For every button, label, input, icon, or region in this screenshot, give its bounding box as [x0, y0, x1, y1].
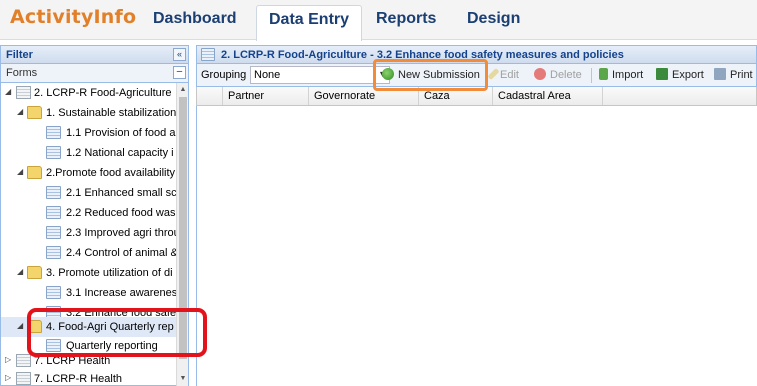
printer-icon — [714, 68, 726, 80]
expand-arrow-icon[interactable]: ◢ — [17, 268, 25, 276]
grouping-select[interactable]: None ▼ — [250, 66, 390, 84]
grouping-label: Grouping — [201, 69, 247, 81]
form-icon — [46, 286, 61, 299]
tree-node-form[interactable]: 2.4 Control of animal & — [1, 243, 177, 263]
scroll-down-icon[interactable]: ▼ — [179, 375, 187, 382]
tab-reports[interactable]: Reports — [376, 10, 436, 28]
collapse-forms-button[interactable]: − — [173, 66, 186, 79]
form-icon — [46, 226, 61, 239]
tab-design[interactable]: Design — [467, 10, 520, 28]
scroll-up-icon[interactable]: ▲ — [179, 86, 187, 93]
tree-node-label: 2.Promote food availability — [46, 167, 176, 179]
tree-node-folder[interactable]: ◢ 1. Sustainable stabilization — [1, 103, 177, 123]
tree-node-form[interactable]: 2.2 Reduced food was — [1, 203, 177, 223]
app-logo[interactable]: ActivityInfo — [10, 6, 136, 28]
new-submission-highlight — [373, 59, 488, 91]
folder-icon — [27, 106, 42, 119]
import-icon — [599, 68, 608, 80]
delete-icon — [534, 68, 546, 80]
grid-body — [196, 106, 757, 386]
folder-icon — [27, 166, 42, 179]
database-icon — [16, 354, 31, 367]
filter-panel-header: Filter « — [0, 45, 189, 64]
delete-label: Delete — [550, 69, 582, 81]
filter-panel-title: Filter — [6, 49, 33, 61]
forms-header: Forms − — [0, 64, 189, 83]
database-icon — [16, 86, 31, 99]
import-label: Import — [612, 69, 644, 81]
tree-node-form[interactable]: 2.1 Enhanced small sc — [1, 183, 177, 203]
folder-icon — [27, 266, 42, 279]
form-icon — [46, 246, 61, 259]
collapse-panel-button[interactable]: « — [173, 48, 186, 61]
expand-arrow-icon[interactable]: ▷ — [5, 356, 13, 364]
tree-node-label: 2.2 Reduced food was — [66, 207, 176, 219]
tree-node-label: 3. Promote utilization of di — [46, 267, 173, 279]
tree-node-folder[interactable]: ◢ 3. Promote utilization of di — [1, 263, 177, 283]
expand-arrow-icon[interactable]: ◢ — [5, 88, 13, 96]
tree-node-label: 3.1 Increase awarenes — [66, 287, 177, 299]
tree-node-form[interactable]: 1.2 National capacity i — [1, 143, 177, 163]
column-header-cadastral-area[interactable]: Cadastral Area — [493, 87, 603, 105]
tree-node-form[interactable]: 2.3 Improved agri throu — [1, 223, 177, 243]
form-icon — [46, 206, 61, 219]
tree-node-folder[interactable]: ◢ 2.Promote food availability — [1, 163, 177, 183]
print-label: Print — [730, 69, 753, 81]
database-icon — [16, 372, 31, 385]
tree-node-label: 1. Sustainable stabilization — [46, 107, 177, 119]
tree-node-label: 2.1 Enhanced small sc — [66, 187, 177, 199]
expand-arrow-icon[interactable]: ▷ — [5, 374, 13, 382]
tree-node-label: 2.3 Improved agri throu — [66, 227, 177, 239]
tab-dashboard[interactable]: Dashboard — [153, 10, 237, 28]
top-nav-bar: ActivityInfo Dashboard Data Entry Report… — [0, 0, 757, 41]
expand-arrow-icon[interactable]: ◢ — [17, 108, 25, 116]
tree-node-label: 2. LCRP-R Food-Agriculture — [34, 87, 172, 99]
form-icon — [201, 48, 215, 61]
toolbar-separator — [591, 68, 592, 83]
tree-node-form[interactable]: 1.1 Provision of food a — [1, 123, 177, 143]
grid-column-selector — [197, 87, 223, 105]
print-button[interactable]: Print — [714, 68, 753, 84]
quarterly-reporting-highlight — [27, 308, 207, 357]
forms-label: Forms — [6, 67, 38, 79]
form-icon — [46, 146, 61, 159]
column-header-partner[interactable]: Partner — [223, 87, 309, 105]
tree-node-database[interactable]: ◢ 2. LCRP-R Food-Agriculture — [1, 83, 177, 103]
expand-arrow-icon[interactable]: ◢ — [17, 322, 25, 330]
form-icon — [46, 186, 61, 199]
tree-node-label: 7. LCRP-R Health — [34, 373, 123, 385]
pencil-icon — [487, 67, 500, 81]
import-button[interactable]: Import — [599, 68, 643, 84]
export-button[interactable]: Export — [656, 68, 704, 84]
edit-label: Edit — [500, 69, 519, 81]
grouping-value: None — [254, 69, 281, 81]
spreadsheet-icon — [656, 68, 668, 80]
export-label: Export — [672, 69, 704, 81]
delete-button[interactable]: Delete — [534, 68, 582, 84]
tree-node-form[interactable]: 3.1 Increase awarenes — [1, 283, 177, 303]
expand-arrow-icon[interactable]: ◢ — [17, 168, 25, 176]
tab-data-entry[interactable]: Data Entry — [256, 5, 363, 41]
tree-node-label: 1.2 National capacity i — [66, 147, 174, 159]
tree-node-label: 1.1 Provision of food a — [66, 127, 176, 139]
tree-node-database[interactable]: ▷ 7. LCRP-R Health — [1, 369, 177, 385]
form-icon — [46, 126, 61, 139]
edit-button[interactable]: Edit — [487, 67, 519, 84]
tree-node-label: 2.4 Control of animal & — [66, 247, 177, 259]
